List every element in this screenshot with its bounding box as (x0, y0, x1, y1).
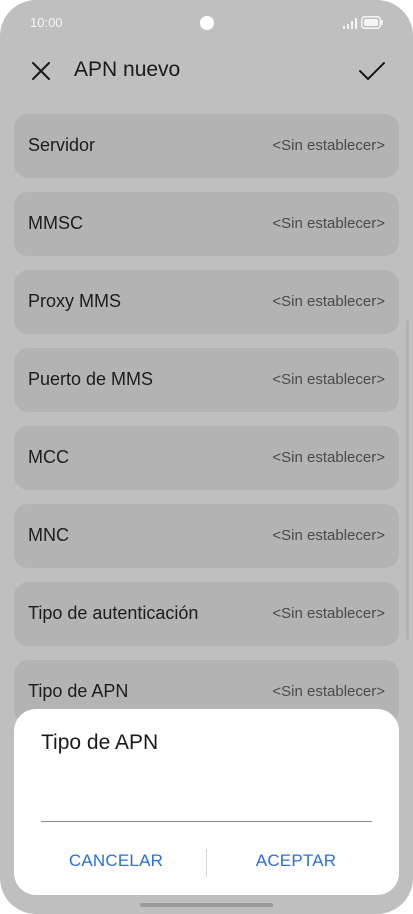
setting-row-mmsc[interactable]: MMSC <Sin establecer> (14, 192, 399, 256)
setting-value: <Sin establecer> (272, 683, 385, 700)
cancel-button[interactable]: CANCELAR (26, 851, 206, 871)
scrollbar[interactable] (406, 320, 409, 640)
setting-label: MMSC (28, 213, 83, 233)
setting-label: MCC (28, 447, 69, 467)
app-bar: APN nuevo (0, 48, 413, 94)
setting-label: MNC (28, 525, 69, 545)
setting-row-servidor[interactable]: Servidor <Sin establecer> (14, 114, 399, 178)
setting-value: <Sin establecer> (272, 527, 385, 544)
signal-icon (343, 18, 357, 29)
phone-screen: 10:00 APN nuevo Servidor <Sin establecer… (0, 0, 413, 914)
setting-label: Puerto de MMS (28, 369, 154, 389)
setting-row-puerto-mms[interactable]: Puerto de MMS <Sin establecer> (14, 348, 399, 412)
setting-label: Tipo de autenticación (28, 603, 199, 623)
accept-button[interactable]: ACEPTAR (206, 851, 386, 871)
setting-value: <Sin establecer> (272, 293, 385, 310)
settings-list: Servidor <Sin establecer> MMSC <Sin esta… (14, 114, 399, 738)
home-indicator[interactable] (140, 903, 273, 907)
setting-label: Tipo de APN (28, 681, 129, 701)
setting-label: Servidor (28, 135, 96, 155)
page-title: APN nuevo (74, 58, 181, 81)
check-icon (359, 62, 385, 80)
setting-row-proxy-mms[interactable]: Proxy MMS <Sin establecer> (14, 270, 399, 334)
setting-value: <Sin establecer> (272, 137, 385, 154)
status-time: 10:00 (30, 15, 63, 30)
confirm-button[interactable] (356, 56, 388, 86)
setting-label: Proxy MMS (28, 291, 122, 311)
setting-row-tipo-autenticacion[interactable]: Tipo de autenticación <Sin establecer> (14, 582, 399, 646)
setting-value: <Sin establecer> (272, 449, 385, 466)
apn-type-input[interactable] (41, 783, 372, 822)
apn-type-dialog: Tipo de APN CANCELAR ACEPTAR (14, 709, 399, 895)
dialog-title: Tipo de APN (41, 731, 159, 754)
battery-icon (361, 16, 383, 29)
close-icon (32, 62, 50, 80)
dialog-button-bar: CANCELAR ACEPTAR (14, 847, 399, 879)
status-bar: 10:00 (0, 0, 413, 46)
camera-dot (200, 16, 214, 30)
setting-value: <Sin establecer> (272, 605, 385, 622)
setting-value: <Sin establecer> (272, 371, 385, 388)
setting-row-mcc[interactable]: MCC <Sin establecer> (14, 426, 399, 490)
setting-row-mnc[interactable]: MNC <Sin establecer> (14, 504, 399, 568)
setting-value: <Sin establecer> (272, 215, 385, 232)
close-button[interactable] (26, 56, 56, 86)
